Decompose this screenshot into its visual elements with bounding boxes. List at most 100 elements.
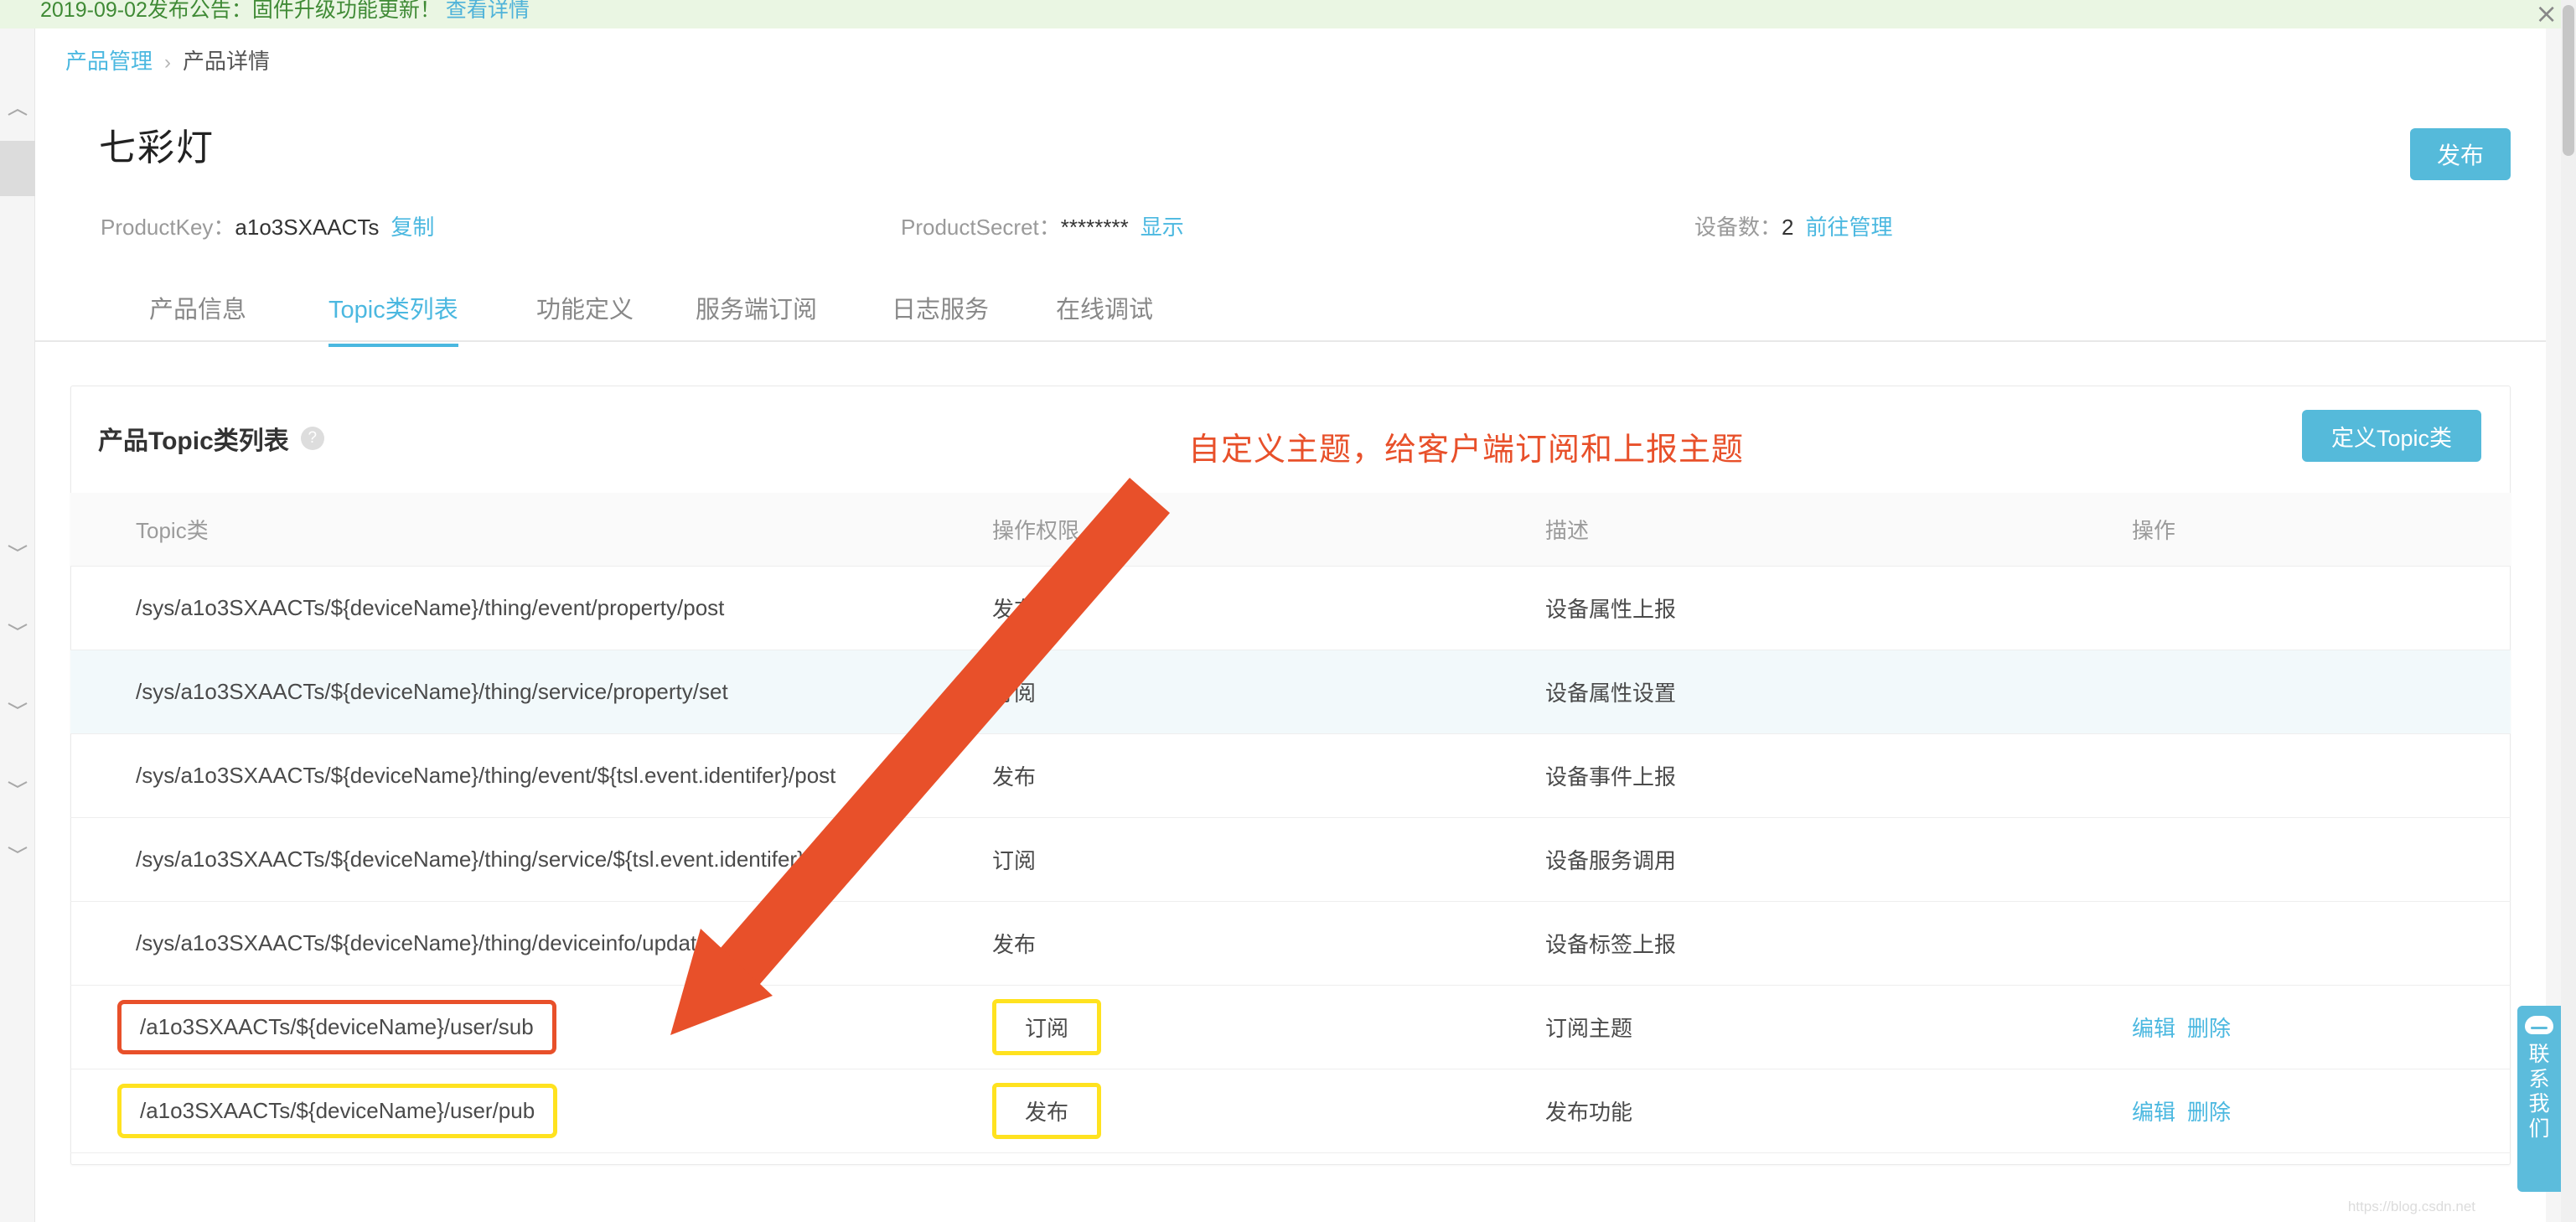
watermark: https://blog.csdn.net <box>2347 1199 2475 1214</box>
tab-3[interactable]: 服务端订阅 <box>696 290 817 344</box>
device-count-label: 设备数： <box>1694 215 1782 240</box>
column-header-1: Topic类 <box>136 518 209 543</box>
product-key-field: ProductKey：a1o3SXAACTs 复制 <box>101 216 434 238</box>
cell-permission: 订阅 <box>992 848 1037 873</box>
table-row: /a1o3SXAACTs/${deviceName}/user/pub 发布 发布功… <box>70 1069 2511 1153</box>
action-link-删除[interactable]: 删除 <box>2187 1100 2231 1125</box>
cell-topic: /sys/a1o3SXAACTs/${deviceName}/thing/dev… <box>136 930 709 955</box>
tab-2[interactable]: 功能定义 <box>536 290 634 344</box>
cell-description: 发布功能 <box>1545 1100 1633 1125</box>
contact-us-char: 联 <box>2528 1043 2550 1066</box>
breadcrumb-current: 产品详情 <box>183 49 271 74</box>
tab-bar: 产品信息 Topic类列表 功能定义 服务端订阅 日志服务 在线调试 <box>35 277 2546 347</box>
chevron-up-icon <box>8 111 27 122</box>
topic-table: Topic类 操作权限 描述 操作/sys/a1o3SXAACTs/${deviceN… <box>70 493 2511 1153</box>
go-to-manage-link[interactable]: 前往管理 <box>1805 215 1892 240</box>
chevron-down-icon <box>8 621 27 631</box>
cell-actions: 编辑 删除 <box>2132 1095 2501 1126</box>
column-header-3: 描述 <box>1545 518 1590 543</box>
topic-highlight-box: /a1o3SXAACTs/${deviceName}/user/pub <box>117 1084 558 1138</box>
table-row: /sys/a1o3SXAACTs/${deviceName}/thing/ser… <box>70 818 2511 902</box>
breadcrumb-parent[interactable]: 产品管理 <box>65 49 153 74</box>
sidebar-item-group-4[interactable] <box>0 759 35 808</box>
cell-topic: /sys/a1o3SXAACTs/${deviceName}/thing/ser… <box>136 847 804 872</box>
column-header-4: 操作 <box>2132 518 2176 543</box>
cell-topic: /a1o3SXAACTs/${deviceName}/user/sub <box>70 1000 992 1054</box>
breadcrumb-separator: › <box>164 51 172 74</box>
product-secret-field: ProductSecret：******** 显示 <box>901 216 1184 238</box>
vertical-scrollbar[interactable] <box>2561 0 2576 1222</box>
chevron-down-icon <box>8 779 27 789</box>
copy-link[interactable]: 复制 <box>391 215 434 240</box>
close-icon[interactable]: × <box>2535 0 2558 27</box>
product-key-value: a1o3SXAACTs <box>235 215 380 240</box>
cell-description: 设备服务调用 <box>1545 848 1677 873</box>
sidebar-item-group-2[interactable] <box>0 602 35 650</box>
cell-permission: 发布 <box>992 932 1037 957</box>
product-secret-value: ******** <box>1060 215 1129 240</box>
action-link-编辑[interactable]: 编辑 <box>2132 1100 2175 1125</box>
cell-topic: /sys/a1o3SXAACTs/${deviceName}/thing/ser… <box>136 679 728 704</box>
page-bottom-strip <box>35 1165 2546 1222</box>
sidebar-item-active[interactable] <box>0 141 35 196</box>
scrollbar-thumb[interactable] <box>2563 5 2574 156</box>
page-title: 七彩灯 <box>99 127 215 168</box>
topic-highlight-box: /a1o3SXAACTs/${deviceName}/user/sub <box>117 1000 556 1054</box>
tab-5[interactable]: 在线调试 <box>1056 290 1153 344</box>
card-title: 产品Topic类列表 ? <box>98 420 324 457</box>
publish-button[interactable]: 发布 <box>2410 128 2511 180</box>
contact-us-char: 系 <box>2528 1067 2550 1091</box>
table-row: /sys/a1o3SXAACTs/${deviceName}/thing/ser… <box>70 650 2511 734</box>
sidebar-item-group-5[interactable] <box>0 825 35 873</box>
announcement-text: 2019-09-02发布公告：固件升级功能更新！ <box>40 0 441 22</box>
contact-us-widget[interactable]: 联系我们 <box>2517 1006 2561 1192</box>
cell-topic: /sys/a1o3SXAACTs/${deviceName}/thing/eve… <box>136 763 836 788</box>
announcement-bar: 2019-09-02发布公告：固件升级功能更新！ 查看详情 × <box>0 0 2576 28</box>
tab-0[interactable]: 产品信息 <box>149 290 246 344</box>
cell-permission: 发布 <box>992 764 1037 790</box>
left-nav-rail <box>0 28 35 1222</box>
cell-topic: /a1o3SXAACTs/${deviceName}/user/pub <box>70 1084 992 1138</box>
cell-description: 设备事件上报 <box>1545 764 1677 790</box>
sidebar-item-group-1[interactable] <box>0 523 35 572</box>
card-title-text: 产品Topic类列表 <box>98 427 289 455</box>
help-icon[interactable]: ? <box>300 427 324 450</box>
column-header-2: 操作权限 <box>992 518 1080 543</box>
annotation-text: 自定义主题，给客户端订阅和上报主题 <box>1188 432 1745 468</box>
cell-permission: 订阅 <box>992 681 1037 706</box>
announcement-detail-link[interactable]: 查看详情 <box>446 0 530 22</box>
sidebar-item-collapse-up[interactable] <box>0 92 35 141</box>
chevron-down-icon <box>8 542 27 552</box>
breadcrumb: 产品管理 › 产品详情 <box>65 50 270 73</box>
cell-permission: 订阅 <box>992 999 1545 1055</box>
cell-description: 订阅主题 <box>1545 1016 1633 1041</box>
chevron-down-icon <box>8 700 27 710</box>
contact-us-char: 我 <box>2528 1092 2550 1116</box>
announcement-content: 2019-09-02发布公告：固件升级功能更新！ 查看详情 <box>40 0 530 21</box>
show-secret-link[interactable]: 显示 <box>1141 215 1184 240</box>
tab-4[interactable]: 日志服务 <box>892 290 989 344</box>
table-row: /a1o3SXAACTs/${deviceName}/user/sub 订阅 订阅主… <box>70 986 2511 1069</box>
table-row: /sys/a1o3SXAACTs/${deviceName}/thing/dev… <box>70 902 2511 986</box>
contact-us-label: 联系我们 <box>2528 1043 2549 1142</box>
device-count-value: 2 <box>1782 215 1794 240</box>
table-row: /sys/a1o3SXAACTs/${deviceName}/thing/eve… <box>70 567 2511 650</box>
cell-description: 设备属性设置 <box>1545 681 1677 706</box>
action-link-删除[interactable]: 删除 <box>2187 1016 2231 1041</box>
table-header-row: Topic类 操作权限 描述 操作 <box>70 493 2511 567</box>
cell-permission: 发布 <box>992 1083 1545 1139</box>
cell-description: 设备标签上报 <box>1545 932 1677 957</box>
tab-1[interactable]: Topic类列表 <box>328 290 458 347</box>
permission-highlight-box: 发布 <box>992 1083 1102 1139</box>
sidebar-item-group-3[interactable] <box>0 681 35 729</box>
chevron-down-icon <box>8 844 27 854</box>
cell-topic: /sys/a1o3SXAACTs/${deviceName}/thing/eve… <box>136 595 725 620</box>
action-link-编辑[interactable]: 编辑 <box>2132 1016 2175 1041</box>
cell-actions: 编辑 删除 <box>2132 1012 2501 1043</box>
define-topic-button[interactable]: 定义Topic类 <box>2302 410 2481 462</box>
device-count-field: 设备数：2 前往管理 <box>1694 216 1893 238</box>
chat-bubble-icon <box>2525 1016 2553 1034</box>
cell-permission: 发布 <box>992 597 1037 622</box>
app-root: 2019-09-02发布公告：固件升级功能更新！ 查看详情 × 产品管理 › 产品详情… <box>0 0 2576 1222</box>
product-secret-label: ProductSecret： <box>901 215 1061 240</box>
